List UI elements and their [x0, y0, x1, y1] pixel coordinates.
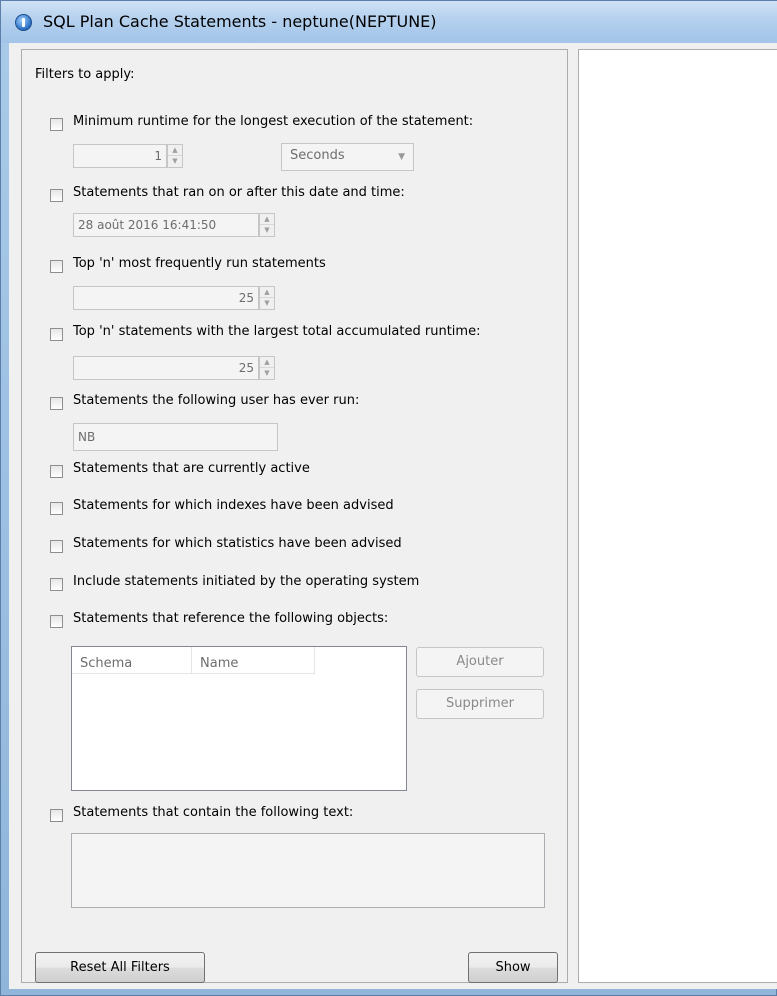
top-frequent-checkbox[interactable] — [50, 260, 63, 273]
user-checkbox[interactable] — [50, 397, 63, 410]
window: SQL Plan Cache Statements - neptune(NEPT… — [0, 0, 777, 996]
ran-after-datetime-input[interactable]: 28 août 2016 16:41:50 — [73, 213, 259, 237]
spin-up-icon[interactable]: ▲ — [168, 145, 182, 156]
min-runtime-input[interactable]: 1 — [73, 144, 167, 168]
statistics-advised-checkbox[interactable] — [50, 540, 63, 553]
runtime-unit-select[interactable]: Seconds ▼ — [281, 143, 414, 171]
show-button[interactable]: Show — [468, 952, 558, 983]
objects-checkbox[interactable] — [50, 615, 63, 628]
user-label: Statements the following user has ever r… — [73, 393, 360, 408]
indexes-advised-checkbox[interactable] — [50, 502, 63, 515]
window-title: SQL Plan Cache Statements - neptune(NEPT… — [43, 12, 437, 31]
spin-up-icon[interactable]: ▲ — [260, 287, 274, 298]
spin-down-icon[interactable]: ▼ — [168, 156, 182, 167]
reset-all-filters-button[interactable]: Reset All Filters — [35, 952, 205, 983]
app-info-icon — [15, 14, 32, 31]
add-object-button[interactable]: Ajouter — [416, 647, 544, 677]
min-runtime-label: Minimum runtime for the longest executio… — [73, 114, 474, 129]
ran-after-label: Statements that ran on or after this dat… — [73, 185, 405, 200]
top-runtime-stepper[interactable]: ▲ ▼ — [259, 356, 275, 380]
ran-after-stepper[interactable]: ▲ ▼ — [259, 213, 275, 237]
statistics-advised-label: Statements for which statistics have bee… — [73, 536, 402, 551]
runtime-unit-value: Seconds — [290, 148, 345, 163]
contains-text-label: Statements that contain the following te… — [73, 805, 354, 820]
spin-up-icon[interactable]: ▲ — [260, 214, 274, 225]
user-input[interactable]: NB — [73, 423, 278, 451]
column-header-name[interactable]: Name — [192, 647, 315, 674]
operating-system-checkbox[interactable] — [50, 578, 63, 591]
title-bar[interactable]: SQL Plan Cache Statements - neptune(NEPT… — [1, 1, 777, 43]
pane-splitter[interactable] — [572, 49, 575, 983]
operating-system-label: Include statements initiated by the oper… — [73, 574, 420, 589]
spin-down-icon[interactable]: ▼ — [260, 368, 274, 379]
top-frequent-label: Top 'n' most frequently run statements — [73, 256, 326, 271]
spin-down-icon[interactable]: ▼ — [260, 298, 274, 309]
results-pane — [578, 49, 777, 983]
min-runtime-stepper[interactable]: ▲ ▼ — [167, 144, 183, 168]
remove-object-button[interactable]: Supprimer — [416, 689, 544, 719]
objects-list[interactable]: Schema Name — [71, 646, 407, 791]
top-frequent-input[interactable]: 25 — [73, 286, 259, 310]
top-runtime-input[interactable]: 25 — [73, 356, 259, 380]
spin-up-icon[interactable]: ▲ — [260, 357, 274, 368]
top-frequent-stepper[interactable]: ▲ ▼ — [259, 286, 275, 310]
filters-heading: Filters to apply: — [35, 67, 135, 82]
objects-label: Statements that reference the following … — [73, 611, 389, 626]
top-runtime-label: Top 'n' statements with the largest tota… — [73, 324, 481, 339]
top-runtime-checkbox[interactable] — [50, 328, 63, 341]
indexes-advised-label: Statements for which indexes have been a… — [73, 498, 394, 513]
ran-after-checkbox[interactable] — [50, 189, 63, 202]
column-header-schema[interactable]: Schema — [72, 647, 192, 674]
contains-text-checkbox[interactable] — [50, 809, 63, 822]
currently-active-label: Statements that are currently active — [73, 461, 310, 476]
chevron-down-icon: ▼ — [398, 152, 405, 162]
currently-active-checkbox[interactable] — [50, 465, 63, 478]
contains-text-input[interactable] — [71, 833, 545, 908]
min-runtime-checkbox[interactable] — [50, 118, 63, 131]
spin-down-icon[interactable]: ▼ — [260, 225, 274, 236]
